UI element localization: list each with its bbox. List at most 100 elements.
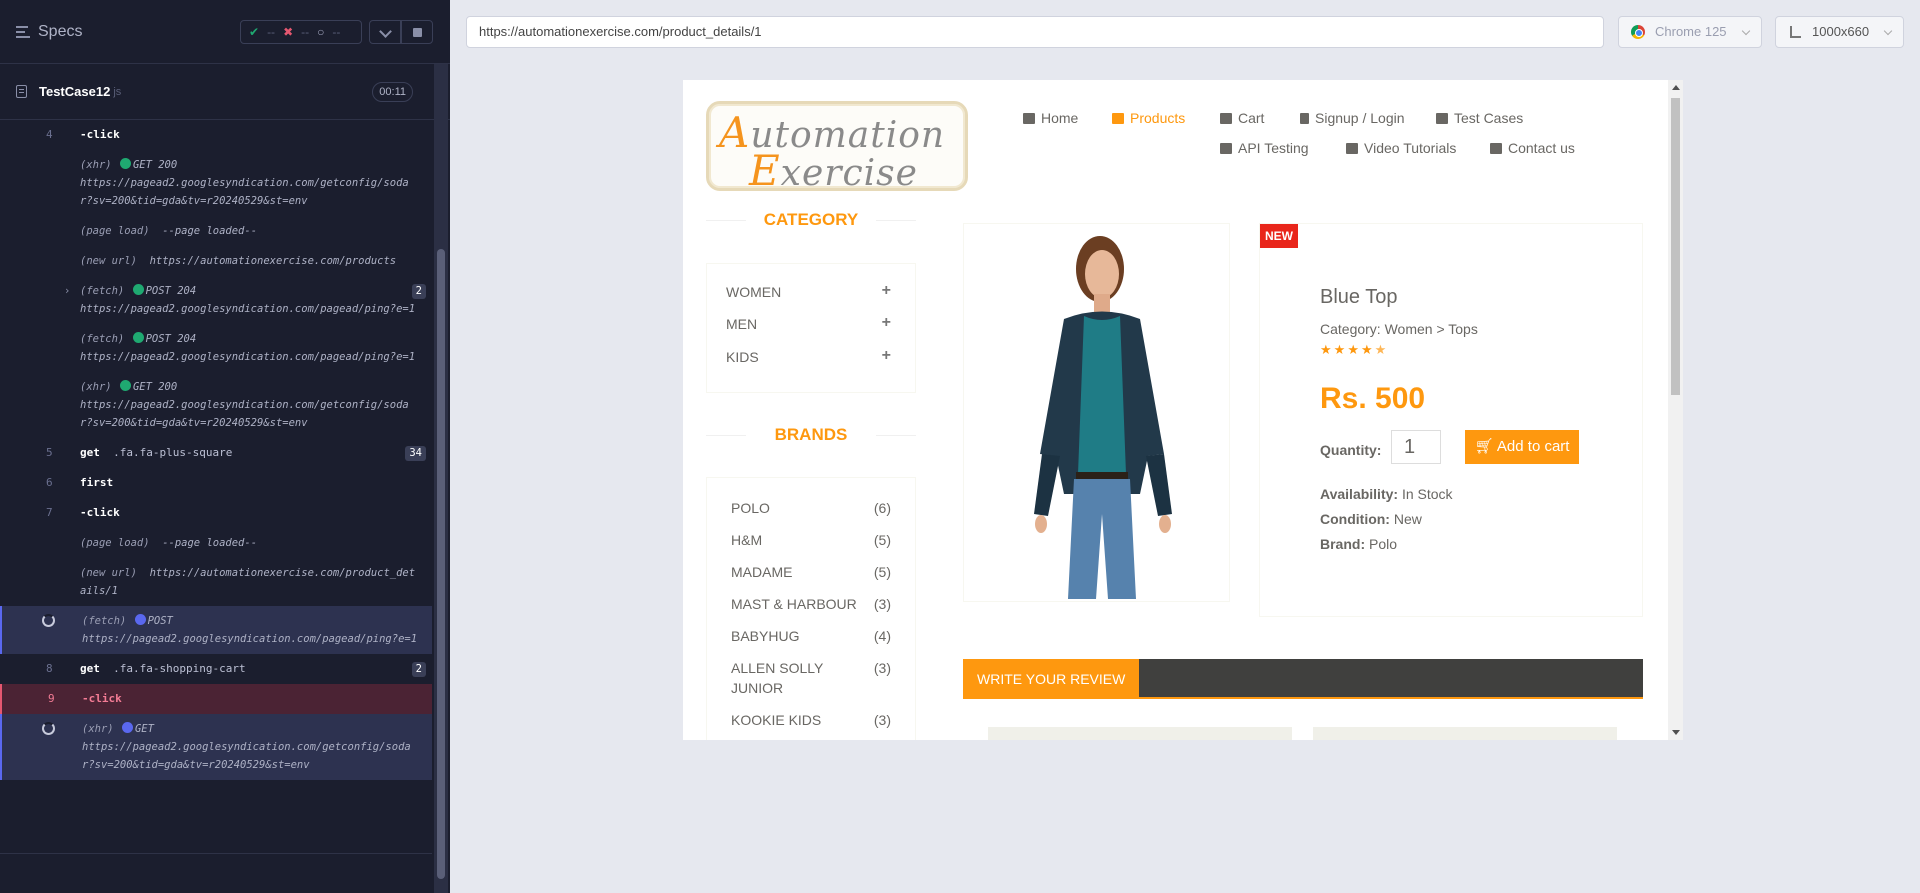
pending-count: -- xyxy=(332,25,341,39)
event-type: (page load) xyxy=(80,537,150,549)
products-icon xyxy=(1112,112,1124,124)
command-number: 9 xyxy=(48,692,55,705)
xhr-row[interactable]: (xhr) GET 200 https://pagead2.googlesynd… xyxy=(0,372,432,438)
page-load-row[interactable]: (page load) --page loaded-- xyxy=(0,216,432,246)
plus-icon[interactable]: + xyxy=(882,314,891,332)
new-url-row[interactable]: (new url) https://automationexercise.com… xyxy=(0,246,432,276)
tab-write-review[interactable]: WRITE YOUR REVIEW xyxy=(963,659,1140,699)
site-logo[interactable]: Automation Exercise xyxy=(706,101,968,195)
expand-button[interactable] xyxy=(369,20,401,44)
scroll-down-arrow-icon[interactable] xyxy=(1672,730,1680,735)
fetch-row-pending[interactable]: (fetch) POST https://pagead2.googlesyndi… xyxy=(0,606,432,654)
command-log: 4 -click (xhr) GET 200 https://pagead2.g… xyxy=(0,120,432,840)
chevron-right-icon[interactable]: › xyxy=(64,282,70,300)
request-count-badge: 2 xyxy=(411,284,426,299)
viewport-size: 1000x660 xyxy=(1812,24,1870,39)
event-type: (page load) xyxy=(80,225,150,237)
scroll-up-arrow-icon[interactable] xyxy=(1672,85,1680,90)
plus-icon[interactable]: + xyxy=(882,282,891,300)
status-dot xyxy=(132,332,144,343)
command-name: -click xyxy=(82,692,122,705)
plus-icon[interactable]: + xyxy=(882,347,891,365)
command-name: -click xyxy=(80,128,120,141)
category-kids[interactable]: KIDS + xyxy=(726,347,891,365)
nav-contact-us[interactable]: Contact us xyxy=(1490,140,1575,156)
command-number: 7 xyxy=(46,506,53,519)
command-number: 5 xyxy=(46,446,53,459)
specs-toggle[interactable]: Specs xyxy=(16,23,82,41)
nav-video-tutorials[interactable]: Video Tutorials xyxy=(1346,140,1456,156)
scrollbar-thumb[interactable] xyxy=(437,249,445,879)
xhr-row[interactable]: (xhr) GET 200 https://pagead2.googlesynd… xyxy=(0,150,432,216)
command-arg: .fa.fa-plus-square xyxy=(113,446,233,459)
command-row[interactable]: 8 get .fa.fa-shopping-cart 2 xyxy=(0,654,432,684)
star-icon: ★ xyxy=(1347,342,1361,357)
brand-item[interactable]: MADAME (5) xyxy=(731,562,891,582)
command-row[interactable]: 7 -click xyxy=(0,498,432,528)
request-status: POST 204 xyxy=(145,333,197,345)
quantity-input[interactable] xyxy=(1391,430,1441,464)
event-text: --page loaded-- xyxy=(162,537,258,549)
spec-name: TestCase12 xyxy=(39,84,111,99)
xhr-row-pending[interactable]: (xhr) GET https://pagead2.googlesyndicat… xyxy=(0,714,432,780)
command-row[interactable]: 5 get .fa.fa-plus-square 34 xyxy=(0,438,432,468)
nav-products[interactable]: Products xyxy=(1112,110,1185,126)
command-name: -click xyxy=(80,506,120,519)
command-number: 8 xyxy=(46,662,53,675)
command-log-panel: Specs ✔ -- ✖ -- ○ -- TestCase12 js 00:11 4 -… xyxy=(0,0,450,893)
request-url: https://pagead2.googlesyndication.com/ge… xyxy=(82,741,411,771)
viewport-selector[interactable]: 1000x660 xyxy=(1775,16,1904,48)
star-icon: ★ xyxy=(1333,342,1348,357)
brand-item[interactable]: MAST & HARBOUR (3) xyxy=(731,594,891,614)
nav-api-testing[interactable]: API Testing xyxy=(1220,140,1309,156)
fetch-row[interactable]: (fetch) POST 204 https://pagead2.googles… xyxy=(0,324,432,372)
review-name-field[interactable] xyxy=(988,727,1292,740)
new-url-row[interactable]: (new url) https://automationexercise.com… xyxy=(0,558,432,606)
run-timer: 00:11 xyxy=(372,82,413,102)
request-url: https://pagead2.googlesyndication.com/pa… xyxy=(80,351,416,363)
brand-item[interactable]: KOOKIE KIDS (3) xyxy=(731,710,891,730)
category-men[interactable]: MEN + xyxy=(726,314,891,332)
condition-line: Condition: New xyxy=(1320,511,1422,527)
list-icon xyxy=(1220,142,1232,154)
brand-item[interactable]: ALLEN SOLLY JUNIOR (3) xyxy=(731,658,891,698)
stop-button[interactable] xyxy=(401,20,433,44)
command-row[interactable]: 6 first xyxy=(0,468,432,498)
command-row[interactable]: 4 -click xyxy=(0,120,432,150)
command-log-scrollbar[interactable] xyxy=(434,64,448,893)
spec-extension: js xyxy=(113,85,122,98)
passed-icon: ✔ xyxy=(249,25,260,39)
list-icon xyxy=(1436,112,1448,124)
page-load-row[interactable]: (page load) --page loaded-- xyxy=(0,528,432,558)
element-count-badge: 34 xyxy=(405,446,426,461)
request-url: https://pagead2.googlesyndication.com/ge… xyxy=(80,399,409,429)
category-women[interactable]: WOMEN + xyxy=(726,282,891,300)
nav-home[interactable]: Home xyxy=(1023,110,1078,126)
review-email-field[interactable] xyxy=(1313,727,1617,740)
fetch-row[interactable]: › (fetch) POST 204 https://pagead2.googl… xyxy=(0,276,432,324)
brand-line: Brand: Polo xyxy=(1320,536,1398,552)
brand-item[interactable]: BABYHUG (4) xyxy=(731,626,891,646)
add-to-cart-button[interactable]: 🛒︎ Add to cart xyxy=(1465,430,1579,464)
chevron-down-icon xyxy=(1741,26,1751,36)
status-dot xyxy=(119,158,131,169)
file-icon xyxy=(16,85,27,98)
loading-spinner-icon xyxy=(42,722,55,735)
browser-selector[interactable]: Chrome 125 xyxy=(1618,16,1762,48)
request-url: https://pagead2.googlesyndication.com/ge… xyxy=(80,177,409,207)
review-tabs: WRITE YOUR REVIEW xyxy=(963,659,1643,699)
scrollbar-thumb[interactable] xyxy=(1671,98,1680,395)
event-type: (new url) xyxy=(80,567,137,579)
request-type: (fetch) xyxy=(80,333,125,345)
iframe-scrollbar[interactable] xyxy=(1668,80,1683,740)
url-bar[interactable]: https://automationexercise.com/product_d… xyxy=(466,16,1604,48)
command-row-active[interactable]: 9 -click xyxy=(0,684,432,714)
request-type: (xhr) xyxy=(82,723,114,735)
brand-item[interactable]: POLO (6) xyxy=(731,498,891,518)
nav-signup-login[interactable]: Signup / Login xyxy=(1300,110,1405,126)
request-type: (xhr) xyxy=(80,159,112,171)
nav-cart[interactable]: Cart xyxy=(1220,110,1264,126)
brand-item[interactable]: H&M (5) xyxy=(731,530,891,550)
nav-test-cases[interactable]: Test Cases xyxy=(1436,110,1523,126)
chrome-icon xyxy=(1631,25,1645,39)
